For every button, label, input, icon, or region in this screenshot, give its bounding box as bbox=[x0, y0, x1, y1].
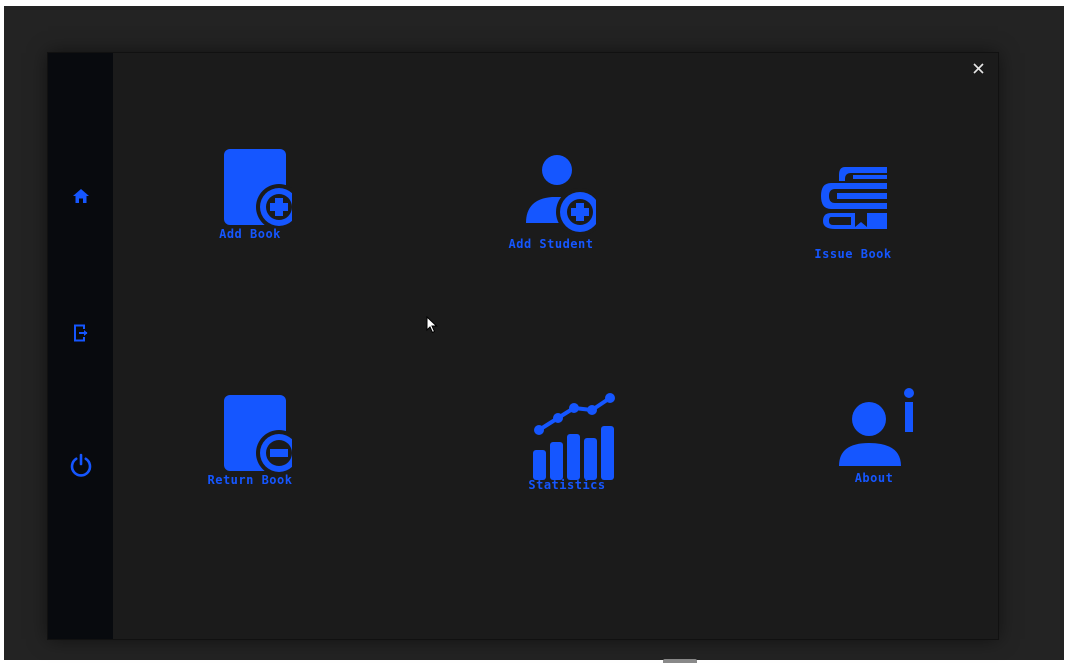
issue-book-label: Issue Book bbox=[814, 247, 892, 261]
return-book-tile[interactable]: Return Book bbox=[200, 393, 300, 487]
add-student-icon bbox=[526, 155, 596, 236]
add-book-tile[interactable]: Add Book bbox=[200, 147, 300, 241]
statistics-label: Statistics bbox=[528, 478, 606, 492]
issue-book-tile[interactable]: Issue Book bbox=[798, 161, 908, 261]
mouse-pointer-icon bbox=[426, 316, 438, 334]
about-tile[interactable]: About bbox=[824, 387, 924, 485]
sidebar bbox=[48, 53, 113, 639]
about-user-info-icon bbox=[839, 388, 914, 466]
books-stack-icon bbox=[821, 167, 887, 229]
add-student-label: Add Student bbox=[508, 237, 594, 251]
sidebar-item-power[interactable] bbox=[64, 448, 98, 482]
dashboard-window: Add Book Add Student Issue Book Return B… bbox=[48, 53, 998, 639]
add-book-label: Add Book bbox=[219, 227, 281, 241]
statistics-tile[interactable]: Statistics bbox=[512, 388, 622, 492]
add-book-icon bbox=[224, 149, 292, 230]
home-icon bbox=[73, 189, 89, 203]
screen-edge bbox=[1064, 6, 1076, 663]
statistics-chart-icon bbox=[533, 393, 615, 480]
return-book-icon bbox=[224, 395, 292, 476]
close-button[interactable] bbox=[969, 59, 987, 77]
sidebar-item-logout[interactable] bbox=[64, 316, 98, 350]
sidebar-item-home[interactable] bbox=[64, 179, 98, 213]
taskbar-handle[interactable] bbox=[663, 659, 697, 663]
logout-icon bbox=[74, 324, 88, 342]
close-icon bbox=[972, 62, 984, 74]
add-student-tile[interactable]: Add Student bbox=[496, 153, 606, 251]
return-book-label: Return Book bbox=[207, 473, 293, 487]
power-icon bbox=[70, 453, 92, 477]
about-label: About bbox=[854, 471, 894, 485]
